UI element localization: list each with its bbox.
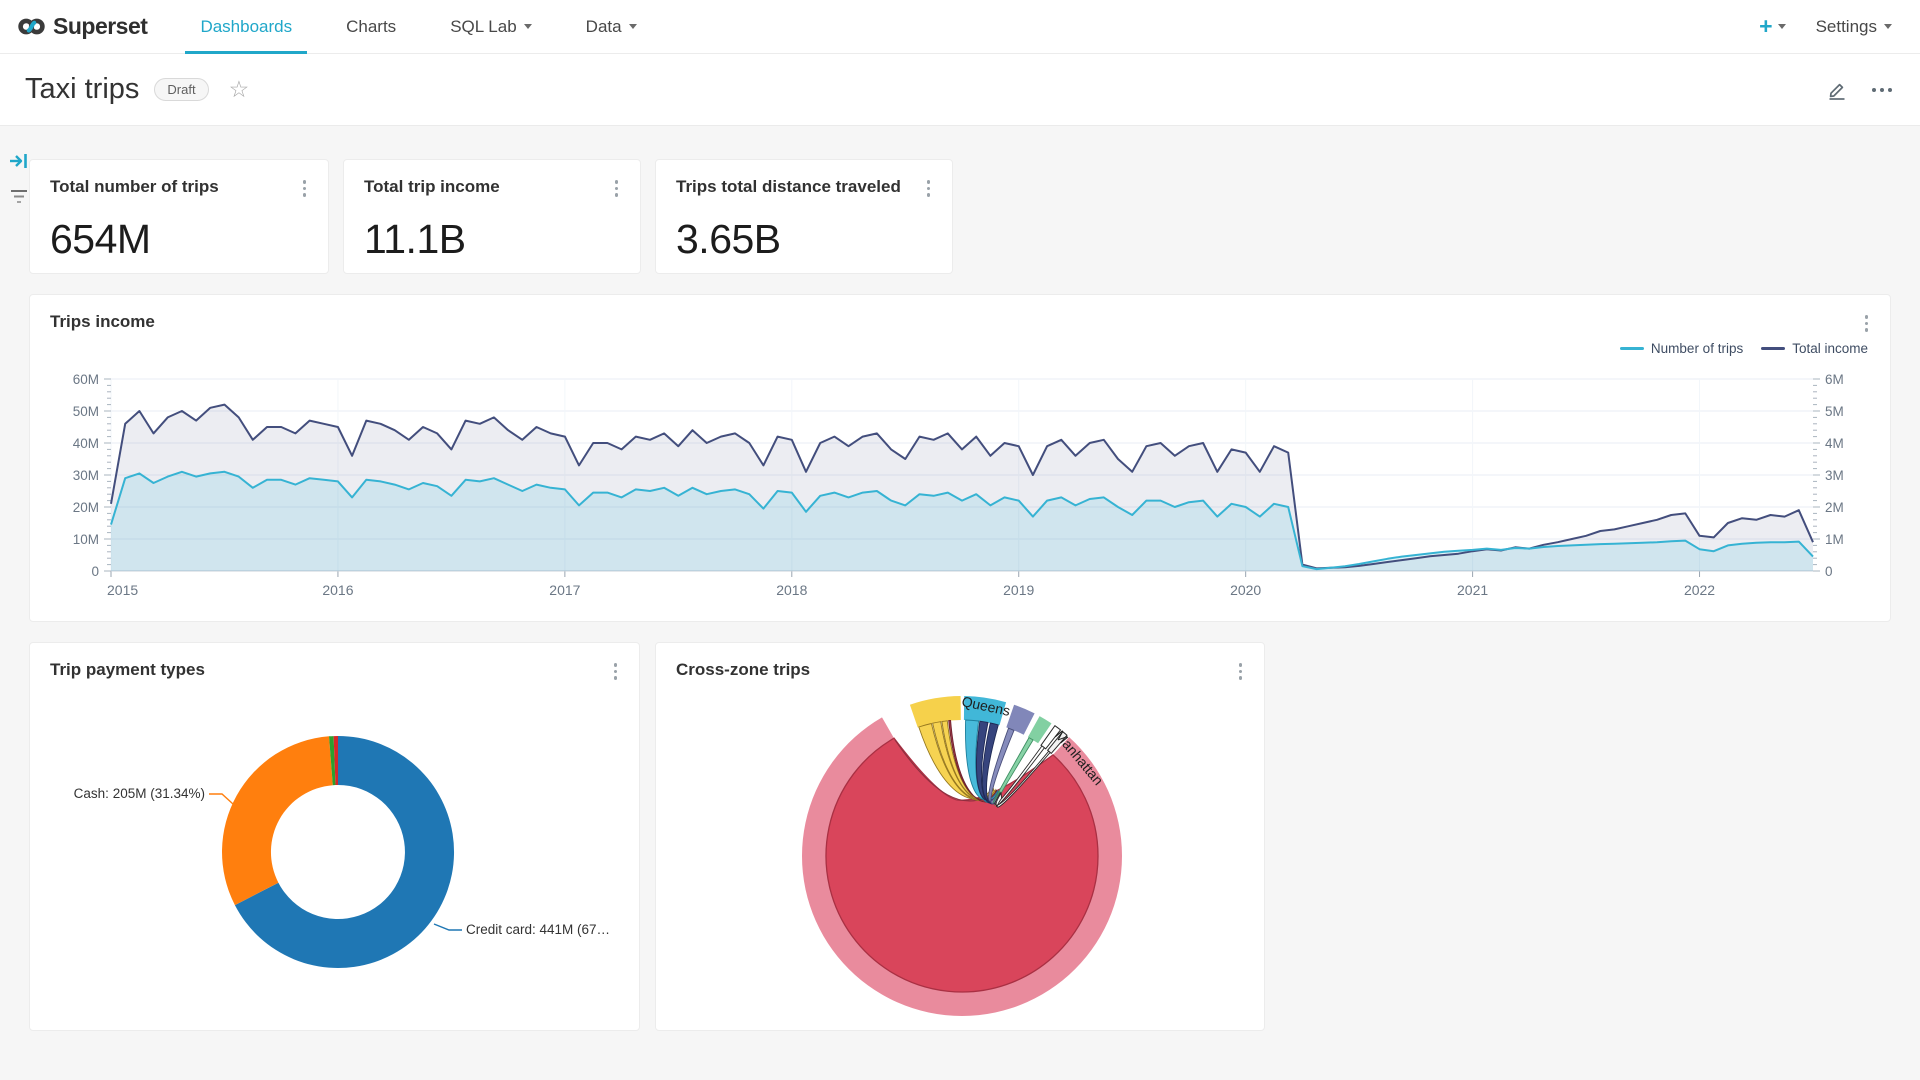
kpi-value: 654M — [30, 200, 328, 263]
trip-payment-types-card: Trip payment types Cash: 205M (31.34%) Cr… — [29, 642, 640, 1031]
kpi-title: Trips total distance traveled — [676, 177, 901, 197]
nav-tab-dashboards[interactable]: Dashboards — [173, 0, 319, 54]
svg-text:0: 0 — [1825, 564, 1833, 579]
nav-tabs: Dashboards Charts SQL Lab Data — [173, 0, 663, 54]
svg-text:40M: 40M — [73, 436, 99, 451]
superset-logo[interactable]: Superset — [0, 13, 173, 40]
settings-menu[interactable]: Settings — [1816, 17, 1892, 37]
chart-menu-icon[interactable] — [612, 660, 620, 683]
trips-income-card: Trips income Number of trips Total incom… — [29, 294, 1891, 622]
cross-zone-trips-card: Cross-zone trips ManhattanQueens — [655, 642, 1265, 1031]
superset-logo-icon — [18, 13, 45, 40]
kpi-value: 3.65B — [656, 200, 952, 263]
kpi-title: Total number of trips — [50, 177, 219, 197]
kpi-title: Total trip income — [364, 177, 500, 197]
svg-text:10M: 10M — [73, 532, 99, 547]
svg-text:Cash: 205M (31.34%): Cash: 205M (31.34%) — [74, 786, 205, 801]
expand-filter-bar-icon[interactable] — [8, 150, 30, 172]
kpi-value: 11.1B — [344, 200, 640, 263]
svg-text:2M: 2M — [1825, 500, 1844, 515]
svg-text:2021: 2021 — [1457, 582, 1488, 598]
top-navbar: Superset Dashboards Charts SQL Lab Data … — [0, 0, 1920, 54]
svg-text:2019: 2019 — [1003, 582, 1034, 598]
svg-text:2016: 2016 — [322, 582, 353, 598]
cross-zone-chord-chart[interactable]: ManhattanQueens — [676, 691, 1246, 1026]
chart-menu-icon[interactable] — [1863, 312, 1871, 335]
chart-title: Trip payment types — [50, 660, 205, 680]
nav-tab-data[interactable]: Data — [559, 0, 664, 54]
more-actions-icon[interactable] — [1872, 88, 1892, 92]
chart-title: Trips income — [50, 312, 155, 332]
svg-text:2020: 2020 — [1230, 582, 1261, 598]
trips-income-chart[interactable]: 2015 2016 2017 2018 2019 2020 2021 2022 0 10M 20M 3… — [49, 343, 1871, 605]
kpi-card-total-trips: Total number of trips 654M — [29, 159, 329, 274]
svg-text:60M: 60M — [73, 372, 99, 387]
payment-types-donut-chart[interactable]: Cash: 205M (31.34%) Credit card: 441M (67… — [50, 697, 621, 1027]
dashboard-header: Taxi trips Draft ☆ — [0, 54, 1920, 126]
svg-text:30M: 30M — [73, 468, 99, 483]
plus-icon: + — [1759, 15, 1772, 38]
svg-text:6M: 6M — [1825, 372, 1844, 387]
svg-text:3M: 3M — [1825, 468, 1844, 483]
svg-text:2022: 2022 — [1684, 582, 1715, 598]
brand-name: Superset — [53, 13, 147, 40]
chevron-down-icon — [1884, 24, 1892, 29]
svg-text:2015: 2015 — [107, 582, 138, 598]
status-badge: Draft — [154, 78, 208, 101]
kpi-card-trip-income: Total trip income 11.1B — [343, 159, 641, 274]
filter-list-icon[interactable] — [8, 186, 30, 208]
nav-tab-sql-lab[interactable]: SQL Lab — [423, 0, 558, 54]
chart-menu-icon[interactable] — [301, 177, 309, 200]
chevron-down-icon — [1778, 24, 1786, 29]
svg-text:0: 0 — [91, 564, 99, 579]
kpi-card-total-distance: Trips total distance traveled 3.65B — [655, 159, 953, 274]
new-item-button[interactable]: + — [1759, 15, 1785, 38]
chart-menu-icon[interactable] — [925, 177, 933, 200]
chart-title: Cross-zone trips — [676, 660, 810, 680]
svg-text:2017: 2017 — [549, 582, 580, 598]
edit-pencil-icon[interactable] — [1826, 79, 1848, 101]
chart-menu-icon[interactable] — [1237, 660, 1245, 683]
page-title: Taxi trips — [25, 73, 139, 106]
svg-text:2018: 2018 — [776, 582, 807, 598]
chart-menu-icon[interactable] — [613, 177, 621, 200]
svg-text:5M: 5M — [1825, 404, 1844, 419]
svg-text:Credit card: 441M (67…: Credit card: 441M (67… — [466, 922, 610, 937]
svg-text:4M: 4M — [1825, 436, 1844, 451]
svg-text:50M: 50M — [73, 404, 99, 419]
favorite-star-icon[interactable]: ☆ — [229, 78, 250, 101]
chevron-down-icon — [524, 24, 532, 29]
svg-text:20M: 20M — [73, 500, 99, 515]
nav-tab-charts[interactable]: Charts — [319, 0, 423, 54]
svg-text:1M: 1M — [1825, 532, 1844, 547]
chevron-down-icon — [629, 24, 637, 29]
